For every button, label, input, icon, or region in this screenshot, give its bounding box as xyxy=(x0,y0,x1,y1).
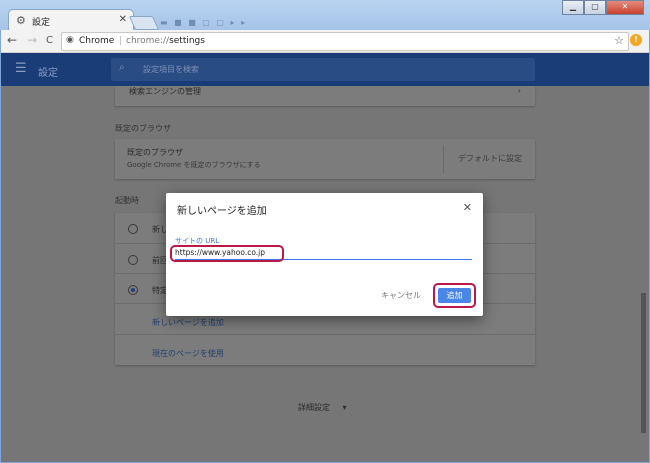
dialog-title: 新しいページを追加 xyxy=(177,206,267,217)
chevron-right-icon[interactable]: › xyxy=(518,86,521,95)
make-default-button[interactable]: デフォルトに設定 xyxy=(458,153,522,164)
divider xyxy=(443,145,444,173)
maximize-button[interactable]: ▢ xyxy=(584,0,606,15)
default-browser-title: 既定のブラウザ xyxy=(127,148,183,157)
bookmark-star-icon[interactable]: ☆ xyxy=(614,34,624,47)
tab-settings[interactable]: ⚙ 設定 ✕ xyxy=(8,9,134,31)
forward-icon[interactable]: → xyxy=(27,33,37,47)
chevron-down-icon: ▾ xyxy=(342,403,347,412)
default-browser-heading: 既定のブラウザ xyxy=(115,124,171,133)
url-separator: | xyxy=(119,36,123,46)
url-text: chrome://settings xyxy=(126,36,205,46)
search-icon: ⌕ xyxy=(119,62,125,73)
minimize-button[interactable]: ▁ xyxy=(562,0,584,15)
search-engine-manage[interactable]: 検索エンジンの管理 xyxy=(129,86,201,97)
tab-strip: ⚙ 設定 ✕ ▬ ■ ■ ▢ ▢ ▸ ▸ ▁ ▢ ✕ xyxy=(0,0,650,31)
radio-button-selected[interactable] xyxy=(128,285,138,295)
hamburger-menu-icon[interactable]: ☰ xyxy=(15,61,27,76)
cancel-button[interactable]: キャンセル xyxy=(381,290,421,301)
use-current-row[interactable]: 現在のページを使用 xyxy=(115,334,535,366)
site-info-icon[interactable]: ◉ xyxy=(66,35,74,45)
default-browser-desc: Google Chrome を既定のブラウザにする xyxy=(127,161,261,169)
tab-title: 設定 xyxy=(32,18,51,28)
add-page-dialog: 新しいページを追加 ✕ サイトの URL キャンセル 追加 xyxy=(166,193,483,316)
site-name: Chrome xyxy=(79,36,115,46)
back-icon[interactable]: ← xyxy=(7,33,17,47)
close-window-button[interactable]: ✕ xyxy=(606,0,644,15)
blurred-tab-area: ▬ ■ ■ ▢ ▢ ▸ ▸ xyxy=(160,18,248,27)
browser-toolbar: ← → C ◉ Chrome | chrome://settings ☆ ! xyxy=(1,30,649,53)
add-new-page-link[interactable]: 新しいページを追加 xyxy=(152,317,224,328)
page-title: 設定 xyxy=(38,68,58,79)
default-browser-card: 既定のブラウザ Google Chrome を既定のブラウザにする デフォルトに… xyxy=(115,139,535,179)
window-controls: ▁ ▢ ✕ xyxy=(562,0,644,15)
scrollbar-thumb[interactable] xyxy=(641,293,646,433)
advanced-label: 詳細設定 xyxy=(298,403,330,412)
settings-header: ☰ 設定 ⌕ 設定項目を検索 xyxy=(1,53,649,86)
use-current-pages-link[interactable]: 現在のページを使用 xyxy=(152,348,224,359)
browser-window: ⚙ 設定 ✕ ▬ ■ ■ ▢ ▢ ▸ ▸ ▁ ▢ ✕ ← → C ◉ Chrom… xyxy=(0,0,650,463)
settings-search-box[interactable]: ⌕ 設定項目を検索 xyxy=(111,58,535,81)
radio-button[interactable] xyxy=(128,224,138,234)
advanced-settings-toggle[interactable]: 詳細設定 ▾ xyxy=(298,402,347,413)
startup-heading: 起動時 xyxy=(115,196,139,205)
scrollbar[interactable] xyxy=(641,93,646,453)
close-icon[interactable]: ✕ xyxy=(463,201,472,214)
search-engine-card: 検索エンジンの管理 › xyxy=(115,86,535,106)
gear-icon: ⚙ xyxy=(16,14,26,27)
add-button[interactable]: 追加 xyxy=(438,288,471,303)
tab-close-icon[interactable]: ✕ xyxy=(119,14,127,25)
url-input-highlight xyxy=(170,245,284,262)
radio-button[interactable] xyxy=(128,255,138,265)
reload-icon[interactable]: C xyxy=(46,35,53,46)
search-placeholder: 設定項目を検索 xyxy=(143,65,199,74)
new-tab-button[interactable] xyxy=(128,16,160,30)
add-button-highlight: 追加 xyxy=(433,283,476,308)
extension-alert-icon[interactable]: ! xyxy=(630,34,642,46)
address-bar[interactable]: ◉ Chrome | chrome://settings ☆ xyxy=(61,32,629,51)
